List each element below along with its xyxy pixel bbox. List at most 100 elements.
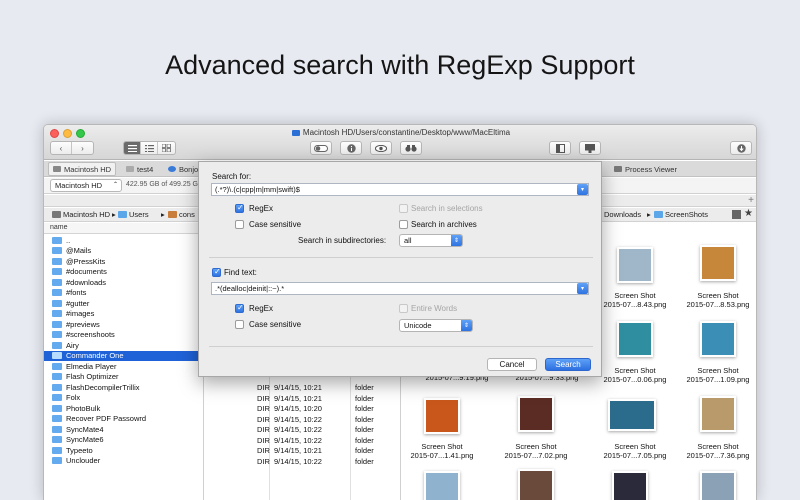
breadcrumb-item[interactable]: cons [168, 210, 195, 219]
list-toggle-icon[interactable] [732, 210, 741, 219]
caption-line: Screen Shot [697, 366, 739, 375]
tab-macintosh-hd[interactable]: Macintosh HD [48, 162, 117, 176]
list-item[interactable]: Flash Optimizer [44, 372, 204, 383]
list-item[interactable]: #downloads [44, 277, 204, 288]
list-item[interactable]: Typeeto [44, 445, 204, 456]
caption-line: Screen Shot [515, 442, 557, 451]
title-bar: Macintosh HD/Users/constantine/Desktop/w… [44, 125, 756, 160]
breadcrumb-item[interactable]: Downloads [604, 210, 641, 219]
search-in-selections-checkbox[interactable] [399, 204, 408, 213]
list-item[interactable]: SyncMate4 [44, 424, 204, 435]
table-row[interactable]: DIR 9/14/15, 10:21 folder [205, 382, 401, 393]
find-text-history-dropdown[interactable]: ▾ [577, 283, 588, 294]
thumbnail[interactable] [608, 399, 656, 431]
info-button[interactable] [340, 141, 362, 155]
folder-icon [52, 310, 62, 318]
list-item[interactable]: @PressKits [44, 256, 204, 267]
search-submit-button[interactable]: Search [545, 358, 591, 371]
list-item-label: #images [66, 309, 95, 319]
column-header-name[interactable]: name [44, 223, 204, 234]
forward-button[interactable]: › [72, 142, 93, 154]
list-item[interactable]: .. [44, 235, 204, 246]
list-item[interactable]: PhotoBulk [44, 403, 204, 414]
thumbnail[interactable] [424, 471, 460, 500]
thumbnail[interactable] [617, 247, 653, 283]
caption-line: Screen Shot [697, 442, 739, 451]
thumbnail[interactable] [700, 245, 736, 281]
search-in-archives-checkbox[interactable] [399, 220, 408, 229]
list-item[interactable]: #fonts [44, 288, 204, 299]
breadcrumb-item[interactable]: Macintosh HD [52, 210, 110, 219]
table-row[interactable]: DIR 9/14/15, 10:21 folder [205, 393, 401, 404]
case-sensitive-label: Case sensitive [249, 220, 302, 229]
list-item-label: #documents [66, 267, 107, 277]
tab-process-viewer[interactable]: Process Viewer [610, 162, 681, 176]
case-sensitive-checkbox-content[interactable] [235, 320, 244, 329]
thumbnail[interactable] [700, 396, 736, 432]
download-button[interactable] [730, 141, 752, 155]
folder-icon [52, 247, 62, 255]
table-row[interactable]: DIR 9/14/15, 10:21 folder [205, 445, 401, 456]
add-tab-button[interactable]: + [748, 195, 754, 206]
list-item-selected[interactable]: Commander One [44, 350, 204, 361]
toggle-icon [314, 144, 328, 152]
thumbnail[interactable] [700, 471, 736, 500]
list-item[interactable]: #screenshoots [44, 330, 204, 341]
breadcrumb-item[interactable]: Users [118, 210, 149, 219]
list-view-icon[interactable] [124, 142, 141, 154]
subdirectories-select[interactable]: all ⇕ [399, 234, 463, 247]
caption-line: Screen Shot [614, 442, 656, 451]
drive-select[interactable]: Macintosh HD ⌃ [50, 179, 122, 192]
table-row[interactable]: DIR 9/14/15, 10:22 folder [205, 456, 401, 467]
cancel-button[interactable]: Cancel [487, 358, 537, 371]
table-row[interactable]: DIR 9/14/15, 10:20 folder [205, 403, 401, 414]
breadcrumb-item[interactable]: ScreenShots [654, 210, 708, 219]
caption-line: 2015-07...8.43.png [603, 300, 667, 309]
list-item[interactable]: SyncMate6 [44, 435, 204, 446]
thumbnail[interactable] [424, 398, 460, 434]
caption-line: 2015-07...1.41.png [410, 451, 474, 460]
tab-test4[interactable]: test4 [122, 162, 157, 176]
detail-view-icon[interactable] [141, 142, 158, 154]
find-text-checkbox[interactable] [212, 267, 221, 277]
table-row[interactable]: DIR 9/14/15, 10:22 folder [205, 435, 401, 446]
find-text-input[interactable]: .*(dealloc|deinit|::~).* [211, 282, 589, 295]
table-row[interactable]: DIR 9/14/15, 10:22 folder [205, 414, 401, 425]
list-item[interactable]: @Mails [44, 246, 204, 257]
grid-view-icon[interactable] [158, 142, 175, 154]
case-sensitive-checkbox-filename[interactable] [235, 220, 244, 229]
search-button[interactable] [400, 141, 422, 155]
quick-view-button[interactable] [370, 141, 392, 155]
table-row[interactable]: DIR 9/14/15, 10:22 folder [205, 424, 401, 435]
encoding-select[interactable]: Unicode ⇕ [399, 319, 473, 332]
entire-words-checkbox[interactable] [399, 304, 408, 313]
thumbnail[interactable] [612, 471, 648, 500]
search-history-dropdown[interactable]: ▾ [577, 184, 588, 195]
list-item[interactable]: Airy [44, 340, 204, 351]
back-button[interactable]: ‹ [51, 142, 72, 154]
list-item[interactable]: Recover PDF Passowrd [44, 414, 204, 425]
list-item[interactable]: #documents [44, 267, 204, 278]
thumbnail[interactable] [700, 321, 736, 357]
search-for-input[interactable]: (.*?)\.(c|cpp|m|mm|swift)$ [211, 183, 589, 196]
thumbnail[interactable] [518, 396, 554, 432]
split-pane-button[interactable] [549, 141, 571, 155]
list-item[interactable]: Unclouder [44, 456, 204, 467]
list-item[interactable]: #gutter [44, 298, 204, 309]
terminal-button[interactable] [579, 141, 601, 155]
list-item[interactable]: #images [44, 309, 204, 320]
thumbnail[interactable] [617, 321, 653, 357]
regex-checkbox-filename[interactable] [235, 203, 244, 213]
row-kind: folder [355, 425, 374, 434]
list-item[interactable]: #previews [44, 319, 204, 330]
list-item[interactable]: Folx [44, 393, 204, 404]
thumbnail[interactable] [518, 469, 554, 500]
list-item-label: Commander One [66, 351, 124, 361]
list-item[interactable]: Elmedia Player [44, 361, 204, 372]
breadcrumb-label: Downloads [604, 210, 642, 219]
toggle-hidden-button[interactable] [310, 141, 332, 155]
find-text-label: Find text: [224, 268, 257, 277]
favorites-star-icon[interactable]: ★ [744, 208, 753, 219]
list-item[interactable]: FlashDecompilerTrillix [44, 382, 204, 393]
regex-checkbox-content[interactable] [235, 303, 244, 313]
